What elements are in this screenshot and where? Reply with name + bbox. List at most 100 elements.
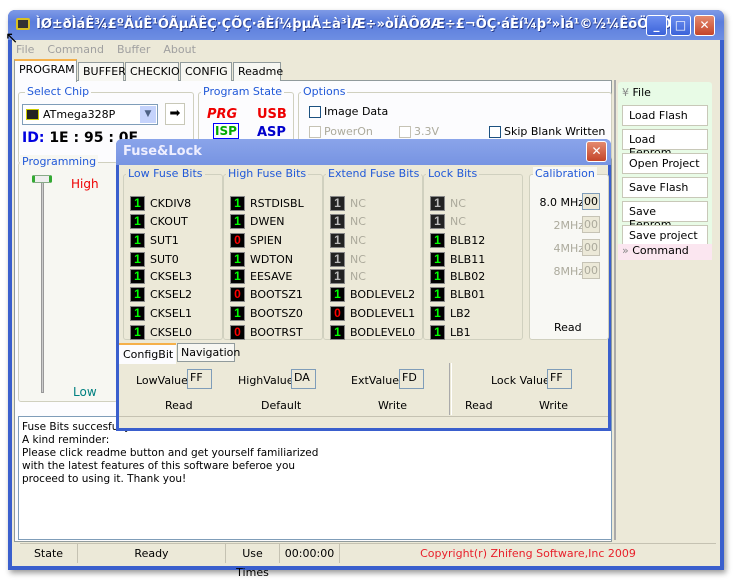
high-value-field[interactable]: DA — [291, 369, 316, 389]
chip-select[interactable]: ATmega328P ▼ — [22, 104, 158, 125]
side-button-load-flash[interactable]: Load Flash — [622, 105, 708, 126]
fuse-bit-label: CKSEL0 — [150, 326, 192, 339]
fuse-bit-toggle[interactable]: 1 — [230, 214, 245, 229]
calibration-frequency: 8MHz — [553, 265, 584, 278]
fuse-bit-toggle[interactable]: 0 — [230, 325, 245, 340]
low-value-field[interactable]: FF — [187, 369, 212, 389]
fuse-bit-toggle[interactable]: 1 — [330, 214, 345, 229]
avr-chip-icon — [26, 109, 39, 120]
side-button-open-project[interactable]: Open Project — [622, 153, 708, 174]
ext-value-label: ExtValue — [351, 374, 399, 387]
fuse-lock-dialog: Fuse&Lock ✕ Calibration 8.0 MHz 00 2MHz 00 4… — [116, 139, 611, 431]
calibration-read-button[interactable]: Read — [554, 321, 582, 334]
side-button-load-eeprom[interactable]: Load Eeprom — [622, 129, 708, 159]
fuse-bit-label: BLB02 — [450, 270, 486, 283]
file-header[interactable]: ¥ File — [622, 86, 651, 99]
fuse-bit-toggle[interactable]: 0 — [230, 233, 245, 248]
fuse-bit-toggle[interactable]: 1 — [230, 269, 245, 284]
fuse-bit-toggle[interactable]: 1 — [430, 325, 445, 340]
tab-readme[interactable]: Readme — [233, 62, 283, 81]
read-lock-button[interactable]: Read — [465, 399, 493, 412]
fuse-bit-toggle[interactable]: 1 — [330, 233, 345, 248]
fuse-bit-label: NC — [450, 197, 466, 210]
fuse-bit-label: WDTON — [250, 253, 293, 266]
fuse-bit-toggle[interactable]: 1 — [330, 269, 345, 284]
fuse-bit-toggle[interactable]: 1 — [330, 287, 345, 302]
minimize-button[interactable]: _ — [646, 15, 667, 36]
fuse-bit-toggle[interactable]: 1 — [130, 325, 145, 340]
fuse-bit-toggle[interactable]: 1 — [430, 233, 445, 248]
chevron-down-icon[interactable]: ▼ — [140, 106, 156, 123]
fuse-bit-toggle[interactable]: 1 — [230, 196, 245, 211]
fuse-bit-toggle[interactable]: 1 — [130, 214, 145, 229]
fuse-bit-label: BOOTSZ1 — [250, 288, 303, 301]
fuse-bit-toggle[interactable]: 1 — [130, 233, 145, 248]
fuse-bit-label: CKSEL2 — [150, 288, 192, 301]
tab-configbit[interactable]: ConfigBit — [119, 343, 176, 364]
fuse-bit-toggle[interactable]: 1 — [330, 325, 345, 340]
fuse-bit-toggle[interactable]: 1 — [430, 287, 445, 302]
image-data-checkbox[interactable]: Image Data — [309, 105, 388, 118]
fuse-bit-toggle[interactable]: 1 — [130, 287, 145, 302]
state-label: State — [20, 544, 78, 563]
poweron-checkbox[interactable]: PowerOn — [309, 125, 373, 138]
usb-logo: USB — [257, 107, 287, 122]
tab-checkio[interactable]: CHECKIO — [125, 62, 180, 81]
write-fuse-button[interactable]: Write — [378, 399, 407, 412]
fuse-bit-toggle[interactable]: 1 — [130, 196, 145, 211]
close-button[interactable]: ✕ — [694, 15, 715, 36]
calibration-value[interactable]: 00 — [582, 193, 600, 210]
menu-buffer[interactable]: Buffer — [117, 43, 150, 56]
fuse-bit-label: DWEN — [250, 215, 285, 228]
programming-label: Programming — [20, 155, 99, 168]
fuse-bit-toggle[interactable]: 1 — [230, 306, 245, 321]
chip-value: ATmega328P — [43, 108, 116, 121]
fuse-bit-toggle[interactable]: 1 — [430, 214, 445, 229]
programming-slider-thumb[interactable] — [32, 175, 52, 183]
tab-buffer[interactable]: BUFFER — [78, 62, 126, 81]
default-button[interactable]: Default — [261, 399, 301, 412]
fuse-bit-label: SUT0 — [150, 253, 179, 266]
command-header[interactable]: » Command — [618, 244, 712, 260]
fuse-bit-toggle[interactable]: 1 — [230, 252, 245, 267]
fuse-bit-toggle[interactable]: 1 — [430, 269, 445, 284]
calibration-value: 00 — [582, 239, 600, 256]
fuse-bit-toggle[interactable]: 1 — [130, 306, 145, 321]
fuse-bit-label: CKSEL3 — [150, 270, 192, 283]
fuse-bit-toggle[interactable]: 0 — [230, 287, 245, 302]
mouse-cursor: ↖ — [5, 28, 19, 47]
fuse-bit-toggle[interactable]: 1 — [330, 196, 345, 211]
fuse-bit-toggle[interactable]: 1 — [430, 306, 445, 321]
fuse-bit-toggle[interactable]: 0 — [330, 306, 345, 321]
calibration-frequency: 8.0 MHz — [539, 196, 584, 209]
skip-blank-checkbox[interactable]: Skip Blank Written — [489, 125, 605, 138]
3v3-checkbox[interactable]: 3.3V — [399, 125, 439, 138]
tab-navigation[interactable]: Navigation — [177, 343, 240, 362]
fuse-bit-label: CKDIV8 — [150, 197, 192, 210]
lock-value-field[interactable]: FF — [547, 369, 572, 389]
log-textarea[interactable]: Fuse Bits succesfully A kind reminder: Ple… — [18, 416, 612, 540]
tab-config[interactable]: CONFIG — [180, 62, 232, 81]
side-button-save-flash[interactable]: Save Flash — [622, 177, 708, 198]
group-high-fuse-bits: High Fuse Bits 1 RSTDISBL 1 DWEN 0 SPIEN 1 WDTON… — [223, 167, 323, 340]
menu-file[interactable]: File — [16, 43, 34, 56]
program-state-label: Program State — [201, 85, 285, 98]
programming-slider-track[interactable] — [41, 179, 44, 393]
fuse-bit-toggle[interactable]: 1 — [430, 252, 445, 267]
fuse-bit-toggle[interactable]: 1 — [430, 196, 445, 211]
tab-program[interactable]: PROGRAM — [14, 59, 77, 82]
write-lock-button[interactable]: Write — [539, 399, 568, 412]
dialog-close-button[interactable]: ✕ — [586, 141, 607, 162]
fuse-bit-toggle[interactable]: 1 — [130, 252, 145, 267]
menu-command[interactable]: Command — [47, 43, 104, 56]
side-button-save-project[interactable]: Save project — [622, 225, 708, 246]
side-button-save-eeprom[interactable]: Save Eeprom — [622, 201, 708, 231]
fuse-bit-toggle[interactable]: 1 — [330, 252, 345, 267]
arrow-right-button[interactable]: ➡ — [165, 103, 185, 125]
state-value: Ready — [78, 544, 226, 563]
read-fuse-button[interactable]: Read — [165, 399, 193, 412]
maximize-button[interactable]: □ — [670, 15, 691, 36]
ext-value-field[interactable]: FD — [399, 369, 424, 389]
fuse-bit-toggle[interactable]: 1 — [130, 269, 145, 284]
menu-about[interactable]: About — [163, 43, 196, 56]
